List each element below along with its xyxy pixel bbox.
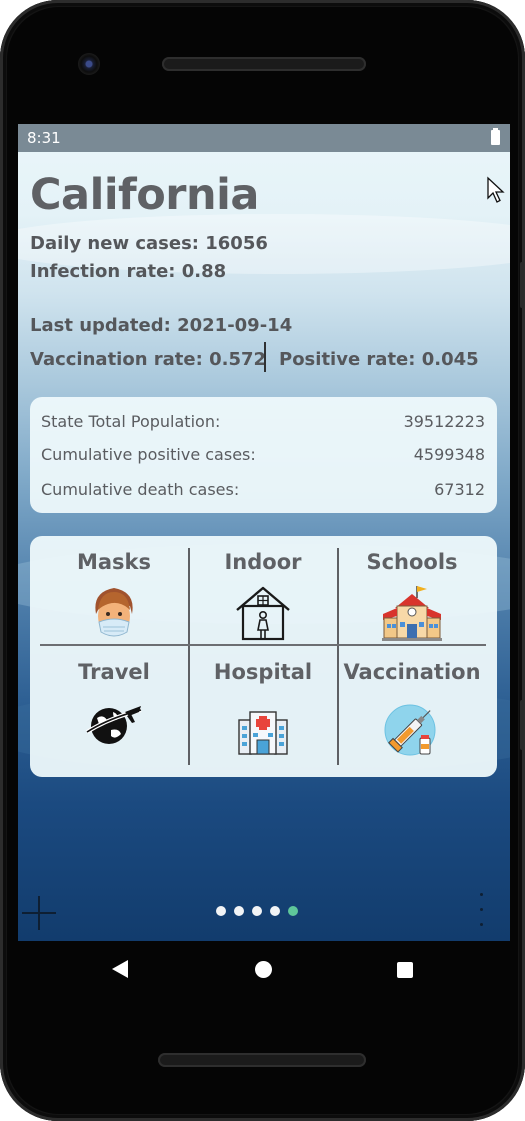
recents-icon[interactable] <box>397 962 413 978</box>
stat-label: State Total Population: <box>41 412 221 431</box>
battery-icon <box>491 128 500 145</box>
category-label: Schools <box>366 550 458 574</box>
volume-button <box>520 262 524 308</box>
last-updated: Last updated: 2021-09-14 <box>30 315 293 336</box>
page-dot[interactable] <box>270 906 280 916</box>
category-hospital[interactable]: Hospital <box>189 646 337 755</box>
stat-row-positive-cases: Cumulative positive cases: 4599348 <box>41 445 485 467</box>
page-indicator[interactable] <box>216 906 298 916</box>
category-schools[interactable]: Schools <box>338 536 486 644</box>
category-travel[interactable]: Travel <box>40 646 188 754</box>
add-location-button[interactable] <box>22 896 56 930</box>
status-bar: 8:31 <box>18 124 510 152</box>
system-navigation-bar <box>18 941 510 999</box>
page-dot-active[interactable] <box>288 906 298 916</box>
bottom-speaker <box>158 1053 366 1067</box>
school-building-icon <box>382 586 442 641</box>
category-label: Masks <box>76 550 152 574</box>
category-label: Travel <box>78 660 150 684</box>
page-dot[interactable] <box>252 906 262 916</box>
power-button <box>520 700 524 750</box>
stat-value: 67312 <box>434 480 485 499</box>
category-label: Indoor <box>224 550 302 574</box>
guidance-grid-card: Masks Indoor Schools Travel Hospital Vac… <box>30 536 497 777</box>
stat-row-death-cases: Cumulative death cases: 67312 <box>41 480 485 502</box>
app-screen: 8:31 California Daily new cases: 16056 I… <box>18 124 510 941</box>
more-dot <box>480 893 483 896</box>
stat-value: 4599348 <box>413 445 485 464</box>
home-icon[interactable] <box>255 961 272 978</box>
rate-divider <box>264 342 266 372</box>
hospital-building-icon <box>238 711 288 755</box>
stat-value: 39512223 <box>403 412 485 431</box>
more-dot <box>480 908 483 911</box>
mouse-cursor-icon <box>487 176 505 203</box>
front-camera <box>78 53 100 75</box>
house-icon <box>236 586 290 641</box>
earpiece-speaker <box>162 57 366 71</box>
phone-frame: 8:31 California Daily new cases: 16056 I… <box>0 0 525 1121</box>
category-label: Hospital <box>213 660 313 684</box>
category-indoor[interactable]: Indoor <box>189 536 337 644</box>
status-time: 8:31 <box>27 129 61 147</box>
state-stats-card: State Total Population: 39512223 Cumulat… <box>30 397 497 513</box>
category-vaccination[interactable]: Vaccination <box>338 646 486 756</box>
syringe-vial-icon <box>384 704 436 756</box>
stat-row-population: State Total Population: 39512223 <box>41 412 485 434</box>
page-dot[interactable] <box>234 906 244 916</box>
globe-airplane-icon <box>85 706 142 744</box>
category-masks[interactable]: Masks <box>40 536 188 644</box>
daily-new-cases: Daily new cases: 16056 <box>30 233 268 254</box>
stat-label: Cumulative positive cases: <box>41 445 256 464</box>
vaccination-rate: Vaccination rate: 0.572 <box>30 349 267 370</box>
category-label: Vaccination <box>343 660 481 684</box>
stat-label: Cumulative death cases: <box>41 480 240 499</box>
back-icon[interactable] <box>112 960 128 978</box>
state-title: California <box>30 170 259 220</box>
more-options-icon[interactable] <box>480 893 484 929</box>
page-dot[interactable] <box>216 906 226 916</box>
masked-face-icon <box>95 588 133 637</box>
positive-rate: Positive rate: 0.045 <box>279 349 479 370</box>
infection-rate: Infection rate: 0.88 <box>30 261 227 282</box>
more-dot <box>480 923 483 926</box>
